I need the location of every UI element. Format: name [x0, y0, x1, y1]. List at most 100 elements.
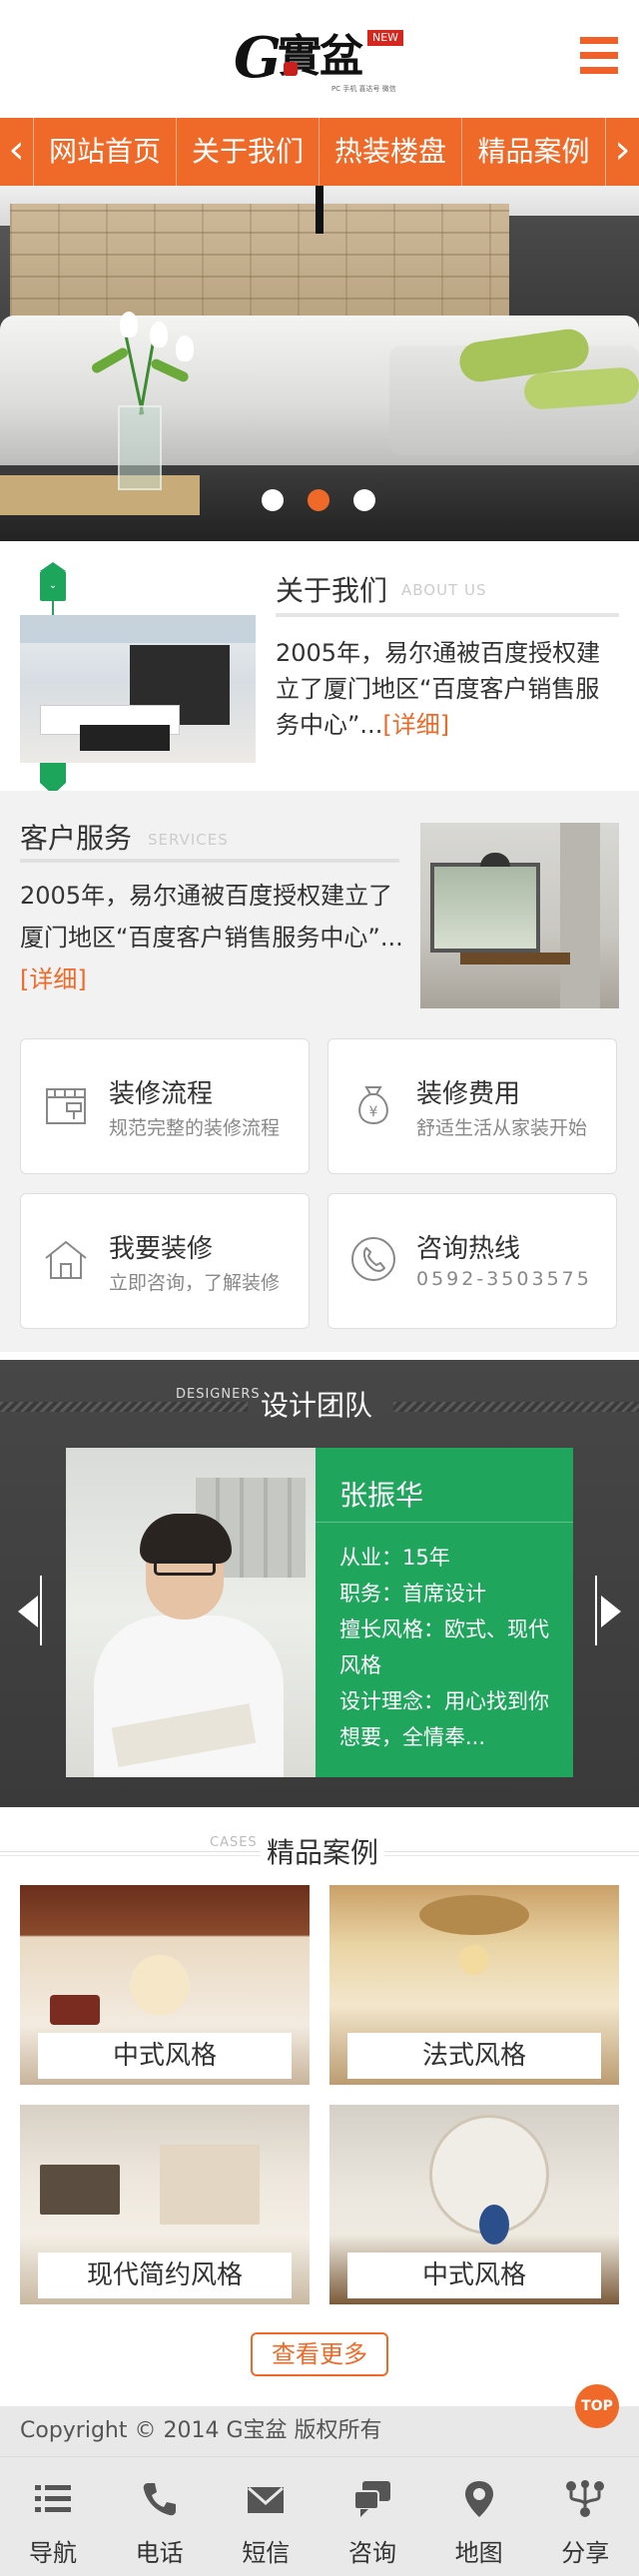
- map-pin-icon: [464, 2481, 493, 2517]
- arrow-left-icon[interactable]: [14, 1576, 44, 1645]
- card-decoration-process[interactable]: 装修流程 规范完整的装修流程: [20, 1038, 310, 1174]
- tab-label: 分享: [561, 2539, 610, 2567]
- tab-consult[interactable]: 咨询: [320, 2457, 426, 2576]
- designer-details: 从业：15年 职务：首席设计 擅长风格：欧式、现代风格 设计理念：用心找到你想要…: [339, 1540, 553, 1755]
- arrow-badge: [40, 763, 66, 795]
- tab-sms[interactable]: 短信: [213, 2457, 320, 2576]
- phone-icon: [351, 1237, 395, 1281]
- bottom-toolbar: 导航 电话 短信 咨询 地图 分享: [0, 2456, 639, 2576]
- cases-title-en: CASES: [206, 1835, 262, 1850]
- slider-dot-2-active[interactable]: [308, 489, 329, 511]
- logo[interactable]: G 實盆 NEW PC 手机 喜达号 微信: [234, 25, 404, 96]
- nav-item-properties[interactable]: 热装楼盘: [320, 118, 462, 186]
- slider-dot-3[interactable]: [353, 489, 375, 511]
- case-card[interactable]: 中式风格: [20, 1885, 310, 2085]
- main-nav: ‹ 网站首页 关于我们 热装楼盘 精品案例 ›: [0, 118, 639, 186]
- case-card[interactable]: 法式风格: [329, 1885, 619, 2085]
- team-title-en: DESIGNERS: [176, 1387, 261, 1402]
- designer-style: 擅长风格：欧式、现代风格: [339, 1617, 549, 1677]
- card-subtitle: 立即咨询，了解装修: [109, 1272, 281, 1294]
- share-icon: [566, 2480, 605, 2517]
- chevron-down-icon: ⌄: [40, 562, 66, 601]
- case-label: 中式风格: [38, 2033, 292, 2079]
- nav-items: 网站首页 关于我们 热装楼盘 精品案例: [34, 118, 605, 186]
- slider-dots: [262, 489, 381, 511]
- case-label: 中式风格: [347, 2253, 601, 2298]
- card-hotline[interactable]: 咨询热线 0592-3503575: [327, 1193, 617, 1329]
- tab-label: 导航: [29, 2539, 77, 2567]
- logo-letter: G: [234, 25, 282, 91]
- tab-phone[interactable]: 电话: [107, 2457, 214, 2576]
- tab-label: 地图: [454, 2539, 503, 2567]
- tab-label: 短信: [242, 2539, 291, 2567]
- designer-position: 职务：首席设计: [339, 1582, 486, 1606]
- service-title-en: SERVICES: [148, 831, 229, 849]
- about-more-link[interactable]: [详细]: [382, 711, 449, 739]
- card-title: 咨询热线: [416, 1234, 521, 1264]
- service-more-link[interactable]: [详细]: [20, 966, 87, 993]
- svg-text:¥: ¥: [369, 1104, 378, 1120]
- back-to-top-button[interactable]: TOP: [575, 2384, 619, 2428]
- card-decoration-cost[interactable]: ¥ 装修费用 舒适生活从家装开始: [327, 1038, 617, 1174]
- chevron-right-icon[interactable]: ›: [605, 118, 639, 186]
- cases-title: 精品案例: [261, 1831, 385, 1871]
- design-team-section: DESIGNERS 设计团队 张振华 从业：15年 职务：首席设计 擅长风格：欧…: [0, 1360, 639, 1807]
- service-section: 客户服务 SERVICES 2005年，易尔通被百度授权建立了厦门地区“百度客户…: [0, 791, 639, 1352]
- case-card[interactable]: 现代简约风格: [20, 2105, 310, 2304]
- about-title: 关于我们: [276, 574, 388, 607]
- hamburger-menu-icon[interactable]: [572, 37, 618, 75]
- view-more-button[interactable]: 查看更多: [251, 2332, 388, 2376]
- designer-experience: 从业：15年: [339, 1546, 450, 1570]
- card-want-decoration[interactable]: 我要装修 立即咨询，了解装修: [20, 1193, 310, 1329]
- designer-name: 张振华: [339, 1479, 424, 1512]
- chevron-left-icon[interactable]: ‹: [0, 118, 34, 186]
- logo-seal: [284, 62, 298, 76]
- list-icon: [35, 2485, 71, 2512]
- nav-item-about[interactable]: 关于我们: [177, 118, 320, 186]
- service-body: 2005年，易尔通被百度授权建立了厦门地区“百度客户销售服务中心”...: [20, 882, 403, 952]
- hanging-lamp: [316, 186, 323, 234]
- tab-share[interactable]: 分享: [532, 2457, 639, 2576]
- arrow-right-icon[interactable]: [595, 1576, 625, 1645]
- phone-icon: [143, 2483, 176, 2516]
- card-title: 装修费用: [416, 1079, 521, 1109]
- hero-banner[interactable]: [0, 186, 639, 541]
- slider-dot-1[interactable]: [262, 489, 284, 511]
- about-text: 2005年，易尔通被百度授权建立了厦门地区“百度客户销售服务中心”...[详细]: [276, 635, 615, 743]
- card-subtitle: 舒适生活从家装开始: [416, 1117, 588, 1139]
- chat-bubbles-icon: [352, 2481, 390, 2517]
- tab-map[interactable]: 地图: [426, 2457, 533, 2576]
- team-title: 设计团队: [261, 1389, 373, 1422]
- about-section: ⌄ 关于我们 ABOUT US 2005年，易尔通被百度授权建立了厦门地区“百度…: [0, 541, 639, 795]
- logo-subtitle: PC 手机 喜达号 微信: [331, 85, 396, 93]
- hotline-number[interactable]: 0592-3503575: [416, 1268, 592, 1290]
- designer-philosophy: 设计理念：用心找到你想要，全情奉...: [339, 1689, 549, 1749]
- designer-photo[interactable]: [66, 1448, 316, 1777]
- service-title: 客户服务: [20, 822, 133, 855]
- nav-item-home[interactable]: 网站首页: [34, 118, 177, 186]
- card-title: 装修流程: [109, 1079, 214, 1109]
- case-label: 现代简约风格: [38, 2253, 292, 2298]
- card-title: 我要装修: [109, 1234, 214, 1264]
- copyright: Copyright © 2014 G宝盆 版权所有: [0, 2406, 639, 2456]
- header: G 實盆 NEW PC 手机 喜达号 微信: [0, 0, 639, 118]
- designer-info-card[interactable]: 张振华 从业：15年 职务：首席设计 擅长风格：欧式、现代风格 设计理念：用心找…: [316, 1448, 573, 1777]
- about-office-photo[interactable]: [20, 615, 256, 763]
- case-card[interactable]: 中式风格: [329, 2105, 619, 2304]
- tab-label: 咨询: [347, 2539, 396, 2567]
- money-bag-icon: ¥: [358, 1086, 388, 1125]
- service-text: 2005年，易尔通被百度授权建立了厦门地区“百度客户销售服务中心”... [详细]: [20, 875, 403, 1000]
- roller-window-icon: [46, 1088, 86, 1124]
- new-badge: NEW: [367, 30, 404, 46]
- envelope-icon: [248, 2486, 285, 2513]
- card-subtitle: 规范完整的装修流程: [109, 1117, 281, 1139]
- tab-label: 电话: [135, 2539, 184, 2567]
- case-label: 法式风格: [347, 2033, 601, 2079]
- about-title-en: ABOUT US: [401, 581, 487, 599]
- house-icon: [45, 1240, 87, 1279]
- vase: [118, 405, 162, 490]
- service-dining-photo[interactable]: [420, 823, 619, 1008]
- cases-section: CASES 精品案例 中式风格 法式风格 现代简约风格 中式风格 查看更多: [0, 1807, 639, 2406]
- nav-item-cases[interactable]: 精品案例: [462, 118, 605, 186]
- tab-navigation[interactable]: 导航: [0, 2457, 107, 2576]
